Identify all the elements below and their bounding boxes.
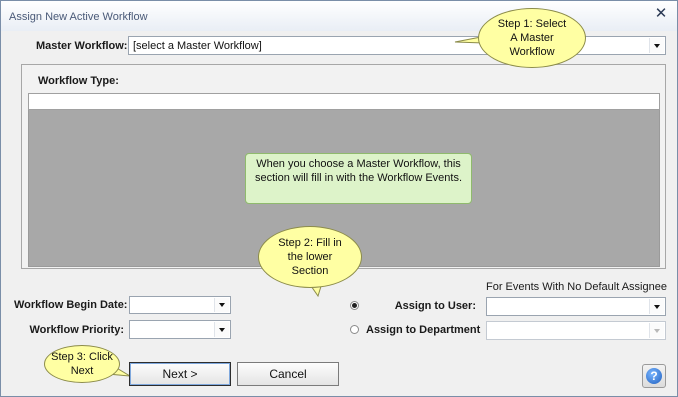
master-workflow-label: Master Workflow:	[36, 40, 128, 52]
chevron-down-icon[interactable]	[214, 322, 229, 337]
cancel-button[interactable]: Cancel	[237, 362, 339, 386]
assign-department-select[interactable]	[486, 321, 666, 340]
priority-select[interactable]	[129, 320, 231, 339]
help-button[interactable]: ?	[642, 364, 666, 388]
window-title: Assign New Active Workflow	[9, 11, 148, 23]
step3-callout: Step 3: Click Next	[44, 345, 120, 383]
no-default-assignee-label: For Events With No Default Assignee	[486, 281, 667, 293]
chevron-down-icon[interactable]	[214, 298, 229, 312]
chevron-down-icon[interactable]	[649, 38, 664, 53]
step1-callout: Step 1: Select A Master Workflow	[478, 8, 586, 68]
begin-date-label: Workflow Begin Date:	[14, 299, 128, 311]
help-icon: ?	[646, 368, 662, 384]
assign-user-radio[interactable]	[350, 301, 359, 310]
master-workflow-value: [select a Master Workflow]	[133, 40, 262, 52]
assign-department-radio[interactable]	[350, 325, 359, 334]
step2-callout-text: Step 2: Fill in the lower Section	[278, 237, 342, 277]
assign-department-label: Assign to Department	[366, 324, 481, 336]
priority-label: Workflow Priority:	[29, 324, 124, 336]
close-icon[interactable]: ✕	[653, 6, 669, 22]
step3-callout-text: Step 3: Click Next	[51, 351, 113, 377]
workflow-events-grid-header	[28, 93, 660, 110]
workflow-info-note: When you choose a Master Workflow, this …	[245, 153, 472, 204]
chevron-down-icon[interactable]	[649, 323, 664, 338]
assign-user-label: Assign to User:	[394, 300, 476, 312]
workflow-type-label: Workflow Type:	[38, 75, 119, 87]
assign-user-select[interactable]	[486, 297, 666, 316]
begin-date-picker[interactable]	[129, 296, 231, 314]
next-button[interactable]: Next >	[129, 362, 231, 386]
chevron-down-icon[interactable]	[649, 299, 664, 314]
step1-callout-text: Step 1: Select A Master Workflow	[497, 18, 567, 58]
step2-callout: Step 2: Fill in the lower Section	[258, 226, 362, 288]
